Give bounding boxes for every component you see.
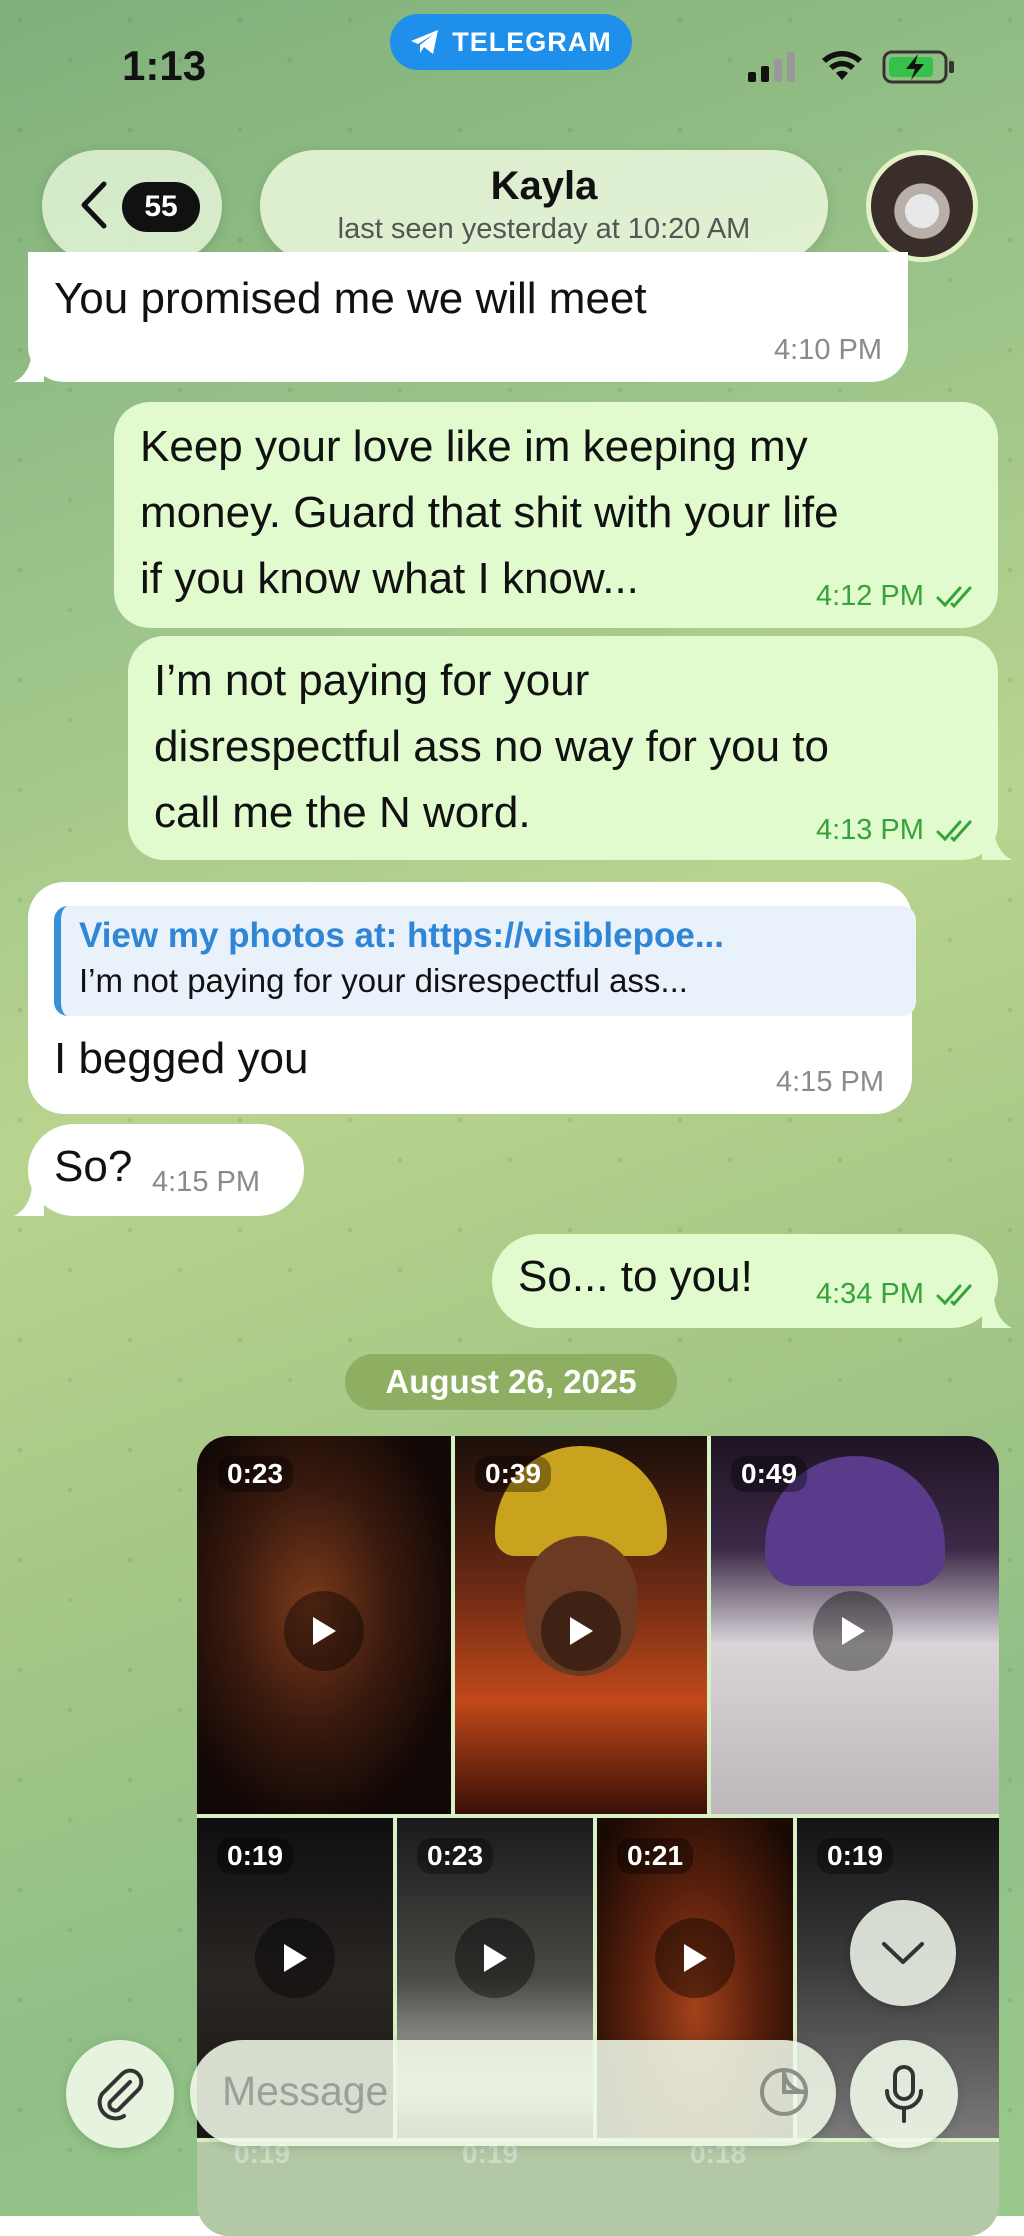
bubble-tail — [982, 1298, 1012, 1328]
bubble-tail — [982, 830, 1012, 860]
video-thumbnail[interactable]: 0:23 — [197, 1436, 451, 1814]
bubble-tail — [14, 352, 44, 382]
scroll-to-bottom-button[interactable] — [850, 1900, 956, 2006]
message-time: 4:13 PM — [815, 814, 924, 846]
message-outgoing[interactable]: So... to you! 4:34 PM — [492, 1234, 1012, 1328]
battery-charging-icon — [882, 50, 954, 84]
double-check-icon — [936, 820, 972, 843]
message-incoming[interactable]: You promised me we will meet 4:10 PM — [14, 252, 908, 382]
microphone-icon — [885, 2065, 923, 2123]
double-check-icon — [936, 1284, 972, 1307]
contact-name: Kayla — [490, 164, 598, 208]
chevron-left-icon — [81, 181, 107, 229]
message-line: money. Guard that shit with your life — [140, 488, 839, 537]
attach-button[interactable] — [66, 2040, 174, 2148]
message-time: 4:12 PM — [815, 580, 924, 612]
voice-record-button[interactable] — [850, 2040, 958, 2148]
message-incoming[interactable]: So? 4:15 PM — [14, 1124, 304, 1216]
message-line: call me the N word. — [154, 788, 531, 837]
reply-quote-text: I’m not paying for your disrespectful as… — [79, 962, 688, 999]
message-line: I’m not paying for your — [154, 656, 590, 705]
message-text: You promised me we will meet — [54, 274, 647, 323]
video-duration: 0:49 — [731, 1456, 808, 1492]
contact-avatar[interactable] — [866, 150, 978, 262]
back-button[interactable]: 55 — [42, 150, 222, 262]
wifi-icon — [822, 51, 862, 80]
chevron-down-icon — [882, 1942, 924, 1964]
message-meta: 4:12 PM — [816, 580, 976, 613]
message-line: Keep your love like im keeping my — [140, 422, 808, 471]
video-duration: 0:19 — [817, 1838, 894, 1874]
cellular-signal-icon — [748, 52, 795, 82]
play-icon[interactable] — [813, 1591, 893, 1671]
play-icon[interactable] — [455, 1918, 535, 1998]
video-duration: 0:23 — [217, 1456, 294, 1492]
chat-title[interactable]: Kayla last seen yesterday at 10:20 AM — [260, 150, 828, 262]
double-check-icon — [936, 586, 972, 609]
telegram-pill[interactable]: TELEGRAM — [390, 14, 632, 70]
reply-quote[interactable]: View my photos at: https://visiblepoe...… — [54, 906, 916, 1016]
video-thumbnail[interactable]: 0:39 — [455, 1436, 707, 1814]
message-text: I’m not paying for your disrespectful as… — [154, 648, 829, 846]
message-input-placeholder: Message — [222, 2068, 389, 2114]
reply-quote-title: View my photos at: https://visiblepoe... — [79, 916, 725, 955]
telegram-pill-label: TELEGRAM — [452, 26, 612, 57]
message-meta: 4:34 PM — [816, 1278, 976, 1311]
status-time: 1:13 — [122, 42, 207, 89]
message-outgoing[interactable]: I’m not paying for your disrespectful as… — [128, 636, 1012, 860]
paperclip-icon — [97, 2068, 144, 2121]
message-time: 4:10 PM — [774, 334, 882, 366]
play-icon[interactable] — [284, 1591, 364, 1671]
message-time: 4:15 PM — [776, 1066, 884, 1098]
message-time: 4:15 PM — [152, 1166, 260, 1198]
video-duration: 0:23 — [417, 1838, 494, 1874]
video-duration: 0:19 — [217, 1838, 294, 1874]
date-separator: August 26, 2025 — [345, 1354, 677, 1410]
message-meta: 4:13 PM — [816, 814, 976, 847]
play-icon[interactable] — [655, 1918, 735, 1998]
message-time: 4:34 PM — [815, 1278, 924, 1310]
sticker-icon[interactable] — [758, 2066, 810, 2118]
play-icon[interactable] — [541, 1591, 621, 1671]
last-seen-status: last seen yesterday at 10:20 AM — [337, 213, 751, 245]
message-outgoing[interactable]: Keep your love like im keeping my money.… — [114, 402, 998, 628]
play-icon[interactable] — [255, 1918, 335, 1998]
bubble-tail — [14, 1186, 44, 1216]
message-text: Keep your love like im keeping my money.… — [140, 414, 839, 612]
album-row-partial — [197, 2142, 999, 2236]
message-text: So? — [54, 1142, 133, 1191]
video-duration: 0:21 — [617, 1838, 694, 1874]
message-line: disrespectful ass no way for you to — [154, 722, 829, 771]
video-thumbnail[interactable]: 0:49 — [711, 1436, 999, 1814]
video-duration: 0:39 — [475, 1456, 552, 1492]
status-bar: 1:13 TELEGRAM — [0, 0, 1024, 120]
message-line: if you know what I know... — [140, 554, 639, 603]
message-input[interactable]: Message — [190, 2040, 836, 2146]
telegram-plane-icon — [411, 30, 439, 54]
message-text: I begged you — [54, 1034, 309, 1083]
message-incoming-reply[interactable]: View my photos at: https://visiblepoe...… — [28, 882, 916, 1114]
message-text: So... to you! — [518, 1252, 753, 1301]
unread-count-badge: 55 — [122, 182, 200, 232]
